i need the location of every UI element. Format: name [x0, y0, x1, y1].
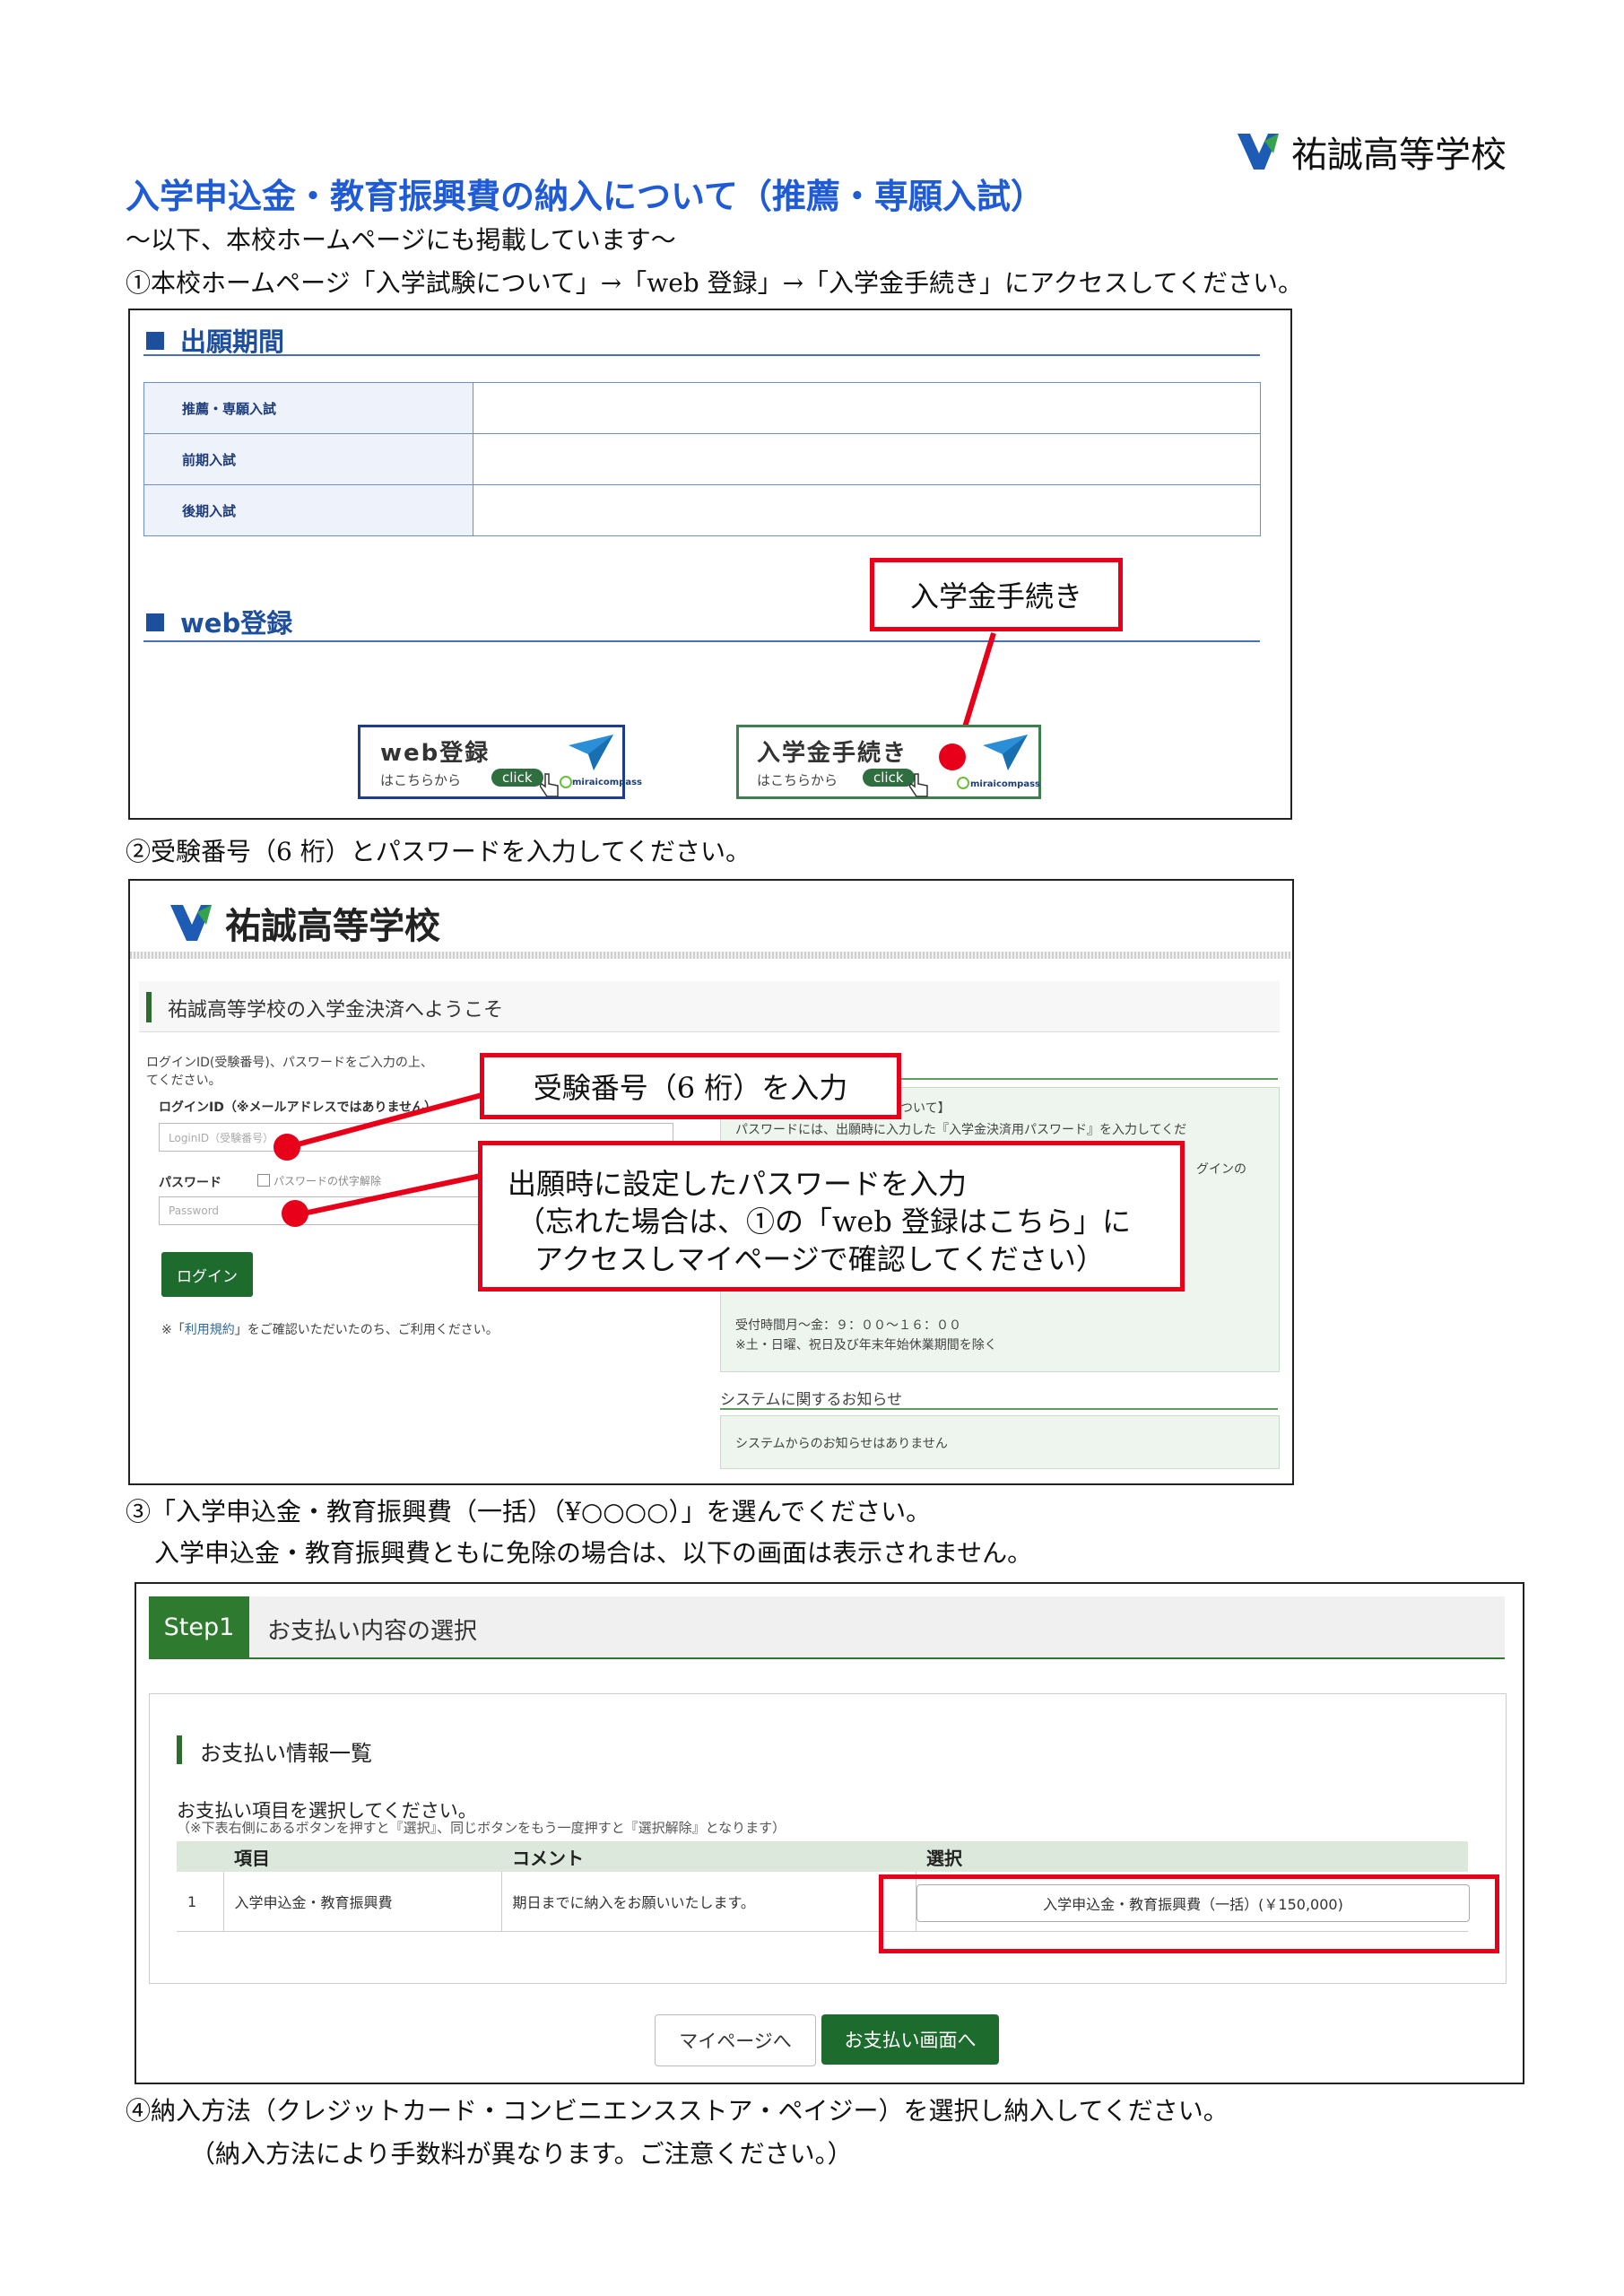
panel-login: 祐誠高等学校 祐誠高等学校の入学金決済へようこそ ログインID(受験番号)、パス…: [128, 879, 1294, 1485]
paper-plane-icon: [983, 735, 1028, 770]
system-heading: システムに関するお知らせ: [720, 1391, 903, 1409]
period-row: 後期入試: [143, 484, 1261, 536]
callout-select: [879, 1874, 1499, 1953]
pointer-dot: [274, 1134, 300, 1161]
square-bullet-icon: [146, 332, 164, 350]
login-header-logo: 祐誠高等学校: [169, 897, 440, 949]
step2-text: ②受験番号（6 桁）とパスワードを入力してください。: [126, 837, 751, 866]
login-button[interactable]: ログイン: [161, 1252, 253, 1297]
subtitle: ～以下、本校ホームページにも掲載しています～: [126, 225, 676, 255]
period-row: 前期入試: [143, 433, 1261, 485]
callout-password: 出願時に設定したパスワードを入力 （忘れた場合は、①の「web 登録はこちら」に…: [478, 1141, 1185, 1292]
step1-text: ①本校ホームページ「入学試験について」→「web 登録」→「入学金手続き」にアク…: [126, 268, 1303, 298]
school-name: 祐誠高等学校: [1291, 135, 1507, 176]
pay-screen-button[interactable]: お支払い画面へ: [821, 2014, 999, 2065]
password-label: パスワード: [159, 1176, 221, 1190]
step-badge: Step1: [149, 1596, 249, 1657]
callout-exam-number: 受験番号（6 桁）を入力: [480, 1053, 901, 1119]
loginid-label: ログインID（※メールアドレスではありません）: [159, 1100, 438, 1115]
click-badge: click: [491, 769, 543, 787]
paper-plane-icon: [569, 735, 613, 770]
header-logo: 祐誠高等学校: [1238, 126, 1507, 178]
list-heading: お支払い情報一覧: [200, 1741, 372, 1766]
col-item: 項目: [223, 1841, 501, 1872]
hand-cursor-icon: [540, 773, 559, 797]
page-title: 入学申込金・教育振興費の納入について（推薦・専願入試）: [126, 176, 1045, 216]
fee-procedure-button[interactable]: 入学金手続き はこちらから click miraicompass: [736, 725, 1041, 799]
mypage-button[interactable]: マイページへ: [655, 2014, 816, 2066]
web-heading: web登録: [146, 603, 292, 640]
terms-link[interactable]: 利用規約: [185, 1323, 235, 1337]
step3-text: ③「入学申込金・教育振興費（一括）（¥○○○○）」を選んでください。: [126, 1497, 932, 1526]
click-badge: click: [863, 769, 915, 787]
col-comment: コメント: [501, 1841, 916, 1872]
pointer-dot: [282, 1200, 308, 1227]
step-bar: Step1 お支払い内容の選択: [149, 1596, 1505, 1659]
instruction-note: （※下表右側にあるボタンを押すと『選択』、同じボタンをもう一度押すと『選択解除』…: [177, 1820, 786, 1836]
step-title: お支払い内容の選択: [267, 1618, 478, 1645]
system-notice-panel: システムからのお知らせはありません: [720, 1415, 1280, 1469]
web-registration-button[interactable]: web登録 はこちらから click miraicompass: [358, 725, 642, 799]
period-row: 推薦・専願入試: [143, 382, 1261, 434]
panel-payment-select: Step1 お支払い内容の選択 お支払い情報一覧 お支払い項目を選択してください…: [135, 1582, 1524, 2084]
terms-note: ※「利用規約」をご確認いただいたのち、ご利用ください。: [161, 1323, 499, 1337]
miraicompass-logo-icon: [560, 776, 572, 788]
period-table: 推薦・専願入試 前期入試 後期入試: [143, 382, 1261, 536]
pointer-dot: [939, 744, 966, 770]
panel-web-registration: 出願期間 推薦・専願入試 前期入試 後期入試 web登録 入学金手続き web登…: [128, 309, 1292, 820]
step3-note: 入学申込金・教育振興費ともに免除の場合は、以下の画面は表示されません。: [154, 1538, 1033, 1568]
step4-note: （納入方法により手数料が異なります。ご注意ください。）: [190, 2139, 853, 2169]
hand-cursor-icon: [909, 773, 928, 797]
col-select: 選択: [916, 1841, 1468, 1872]
step4-text: ④納入方法（クレジットカード・コンビニエンスストア・ペイジー）を選択し納入してく…: [126, 2096, 1229, 2126]
miraicompass-logo-icon: [957, 777, 969, 789]
school-logo-icon: [170, 905, 212, 941]
password-visible-checkbox[interactable]: [257, 1174, 270, 1187]
period-heading: 出願期間: [146, 321, 284, 359]
callout-fee-procedure: 入学金手続き: [870, 558, 1123, 631]
welcome-bar: 祐誠高等学校の入学金決済へようこそ: [139, 981, 1280, 1032]
square-bullet-icon: [146, 613, 164, 631]
school-logo-icon: [1238, 134, 1279, 170]
